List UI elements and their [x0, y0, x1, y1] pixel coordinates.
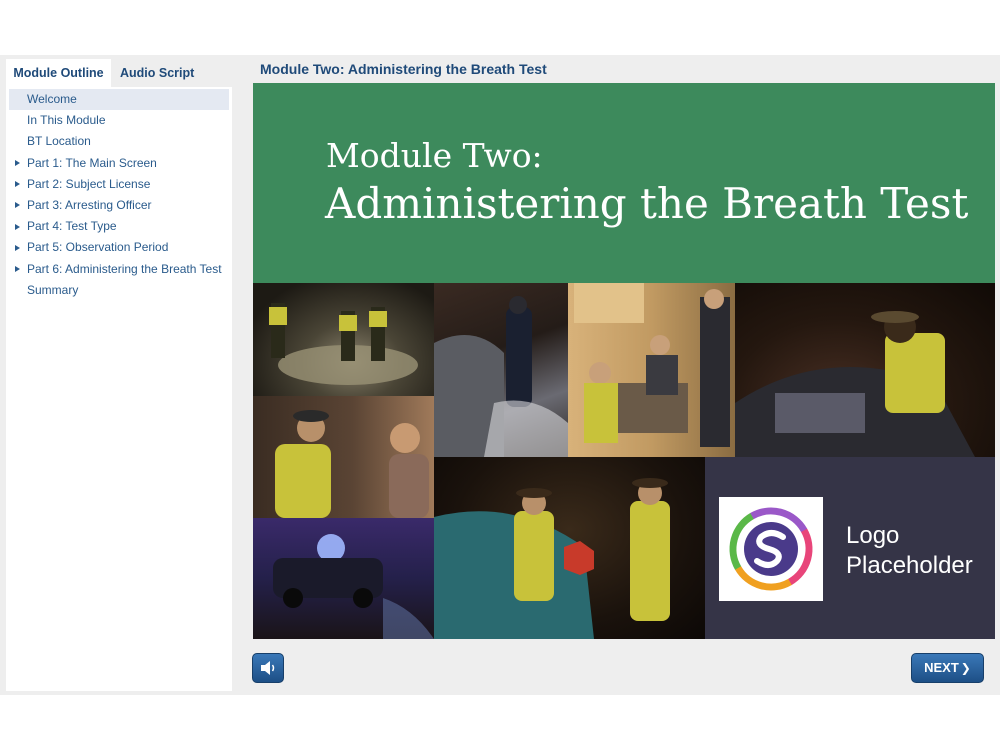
logo-text-line2: Placeholder	[846, 552, 973, 579]
slide-title: Module Two: Administering the Breath Tes…	[260, 61, 547, 77]
next-button[interactable]: NEXT ❯	[911, 653, 984, 683]
outline-item-in-this-module[interactable]: In This Module	[9, 110, 229, 131]
banner-heading-line2: Administering the Breath Test	[325, 179, 969, 228]
expand-arrow-icon[interactable]	[15, 181, 20, 188]
module-outline-panel: Welcome In This Module BT Location Part …	[6, 87, 232, 691]
outline-item-part-5[interactable]: Part 5: Observation Period	[9, 237, 229, 258]
slide-content: Module Two: Administering the Breath Tes…	[253, 83, 995, 639]
outline-item-bt-location[interactable]: BT Location	[9, 131, 229, 152]
outline-item-part-4[interactable]: Part 4: Test Type	[9, 216, 229, 237]
photo-patrol-car-lights	[253, 518, 434, 639]
outline-item-part-2[interactable]: Part 2: Subject License	[9, 174, 229, 195]
chevron-right-icon: ❯	[960, 661, 971, 675]
logo-text-line1: Logo	[846, 522, 900, 549]
logo-placeholder-text: Logo Placeholder	[846, 521, 994, 581]
banner-heading-line1: Module Two:	[326, 136, 543, 175]
photo-officer-breath-device	[735, 283, 995, 457]
outline-list: Welcome In This Module BT Location Part …	[6, 87, 232, 301]
outline-item-label: Part 6: Administering the Breath Test	[27, 261, 222, 276]
photo-traffic-stop-car	[253, 283, 434, 396]
outline-item-part-3[interactable]: Part 3: Arresting Officer	[9, 195, 229, 216]
course-player: Module Outline Audio Script Welcome In T…	[0, 55, 1000, 695]
logo-panel: Logo Placeholder	[705, 457, 995, 639]
logo-image	[719, 497, 823, 601]
outline-item-label: Part 2: Subject License	[27, 176, 151, 191]
outline-item-label: Summary	[27, 282, 79, 297]
sidebar-tabs: Module Outline Audio Script	[6, 59, 232, 87]
outline-item-part-6[interactable]: Part 6: Administering the Breath Test	[9, 259, 229, 280]
outline-item-label: Welcome	[27, 92, 77, 106]
outline-item-label: Part 4: Test Type	[27, 219, 117, 234]
photo-checkpoint	[434, 457, 705, 639]
photo-officer-snow	[434, 283, 568, 457]
outline-item-label: Part 1: The Main Screen	[27, 155, 157, 170]
expand-arrow-icon[interactable]	[15, 244, 20, 251]
expand-arrow-icon[interactable]	[15, 223, 20, 230]
outline-item-summary[interactable]: Summary	[9, 280, 229, 301]
sidebar: Module Outline Audio Script Welcome In T…	[6, 59, 232, 691]
next-button-label: NEXT	[924, 660, 959, 675]
speaker-icon	[261, 661, 275, 675]
audio-toggle-button[interactable]	[252, 653, 284, 683]
outline-item-label: BT Location	[27, 134, 91, 149]
expand-arrow-icon[interactable]	[15, 160, 20, 167]
title-banner: Module Two: Administering the Breath Tes…	[253, 83, 995, 283]
outline-item-part-1[interactable]: Part 1: The Main Screen	[9, 153, 229, 174]
photo-office-desk	[568, 283, 735, 457]
photo-officer-talking	[253, 396, 434, 518]
outline-item-label: In This Module	[27, 113, 106, 128]
outline-item-label: Part 3: Arresting Officer	[27, 197, 152, 212]
tab-module-outline[interactable]: Module Outline	[6, 59, 111, 87]
outline-item-welcome[interactable]: Welcome	[9, 89, 229, 111]
expand-arrow-icon[interactable]	[15, 202, 20, 209]
outline-item-label: Part 5: Observation Period	[27, 240, 169, 255]
expand-arrow-icon[interactable]	[15, 266, 20, 272]
logo-swirl-icon	[729, 507, 813, 591]
tab-audio-script[interactable]: Audio Script	[120, 59, 194, 87]
